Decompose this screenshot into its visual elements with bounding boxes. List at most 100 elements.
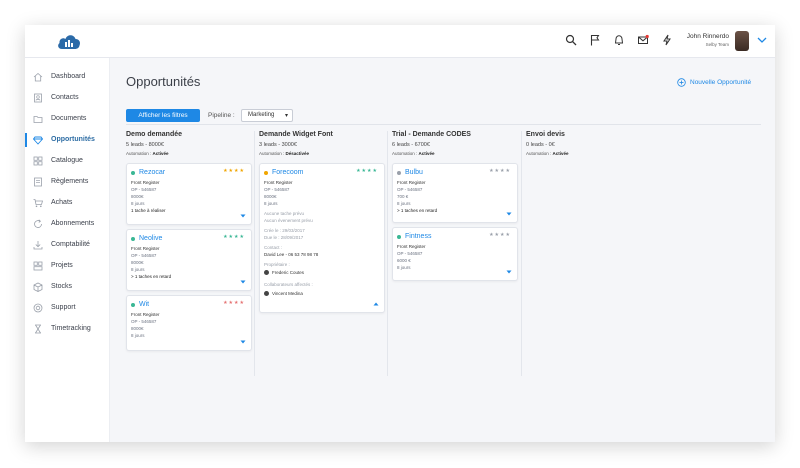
card-line: 8 jours (397, 265, 411, 270)
user-name[interactable]: John Rinnerdo (687, 33, 729, 40)
card-line: 8 jours (397, 201, 411, 206)
lifebuoy-icon (33, 303, 43, 313)
status-dot (131, 237, 135, 241)
plus-circle-icon (677, 78, 686, 87)
avatar[interactable] (735, 31, 749, 51)
sidebar-item-abonnements[interactable]: Abonnements (25, 214, 110, 234)
mail-icon[interactable] (637, 34, 649, 46)
sidebar-item-achats[interactable]: Achats (25, 193, 110, 213)
opportunity-card[interactable]: Forecoom ★★★★ Front Register OP - 546587… (259, 163, 385, 313)
card-line: OP - 546587 (131, 187, 157, 192)
grid-icon (33, 156, 43, 166)
new-opportunity-button[interactable]: Nouvelle Opportunité (677, 78, 751, 87)
sidebar-item-support[interactable]: Support (25, 298, 110, 318)
card-title[interactable]: Fintness (405, 233, 431, 240)
column-automation: Automation : Activée (126, 151, 169, 156)
sidebar-item-label: Support (51, 304, 76, 311)
rating-stars[interactable]: ★★★★ (489, 168, 511, 174)
pipeline-select[interactable]: Marketing ▾ (241, 109, 293, 122)
card-title[interactable]: Rezocar (139, 169, 165, 176)
rating-stars[interactable]: ★★★★ (356, 168, 378, 174)
lightning-icon[interactable] (661, 34, 673, 46)
status-dot (264, 171, 268, 175)
card-line: Aucune tache prévu (264, 211, 305, 216)
owner-value[interactable]: Frederic Coutes (264, 270, 304, 276)
card-title[interactable]: Bulbu (405, 169, 423, 176)
opportunity-card[interactable]: Wit ★★★★ Front Register OP - 546587 8000… (126, 295, 252, 351)
sidebar-item-documents[interactable]: Documents (25, 109, 110, 129)
bell-icon[interactable] (613, 34, 625, 46)
sidebar-item-projets[interactable]: Projets (25, 256, 110, 276)
column-summary: 3 leads - 3000€ (259, 142, 297, 148)
sidebar-item-label: Dashboard (51, 73, 86, 80)
collaborator-value[interactable]: Vincent Medina (264, 291, 303, 297)
sidebar-item-comptabilite[interactable]: Comptabilité (25, 235, 110, 255)
sidebar-item-stocks[interactable]: Stocks (25, 277, 110, 297)
expand-icon[interactable] (506, 211, 512, 217)
chevron-down-icon[interactable] (757, 36, 767, 44)
sidebar-item-timetracking[interactable]: Timetracking (25, 319, 110, 339)
card-line: Front Register (131, 246, 160, 251)
search-icon[interactable] (565, 34, 577, 46)
box-icon (33, 282, 43, 292)
pipeline-column: Demande Widget Font 3 leads - 3000€ Auto… (259, 131, 387, 313)
diamond-icon (33, 136, 43, 145)
card-line: 8 jours (264, 201, 278, 206)
expand-icon[interactable] (240, 279, 246, 285)
refresh-icon (34, 219, 42, 228)
card-line: OP - 546587 (397, 251, 423, 256)
card-line: 8000€ (131, 326, 144, 331)
opportunity-card[interactable]: Neolive ★★★★ Front Register OP - 546587 … (126, 229, 252, 291)
pipeline-column: Envoi devis 0 leads - 0€ Automation : Ac… (526, 131, 654, 156)
expand-icon[interactable] (506, 269, 512, 275)
card-line: 8 jours (131, 267, 145, 272)
column-separator (521, 131, 522, 376)
contact-value[interactable]: David Lee - 06 53 78 98 78 (264, 252, 318, 257)
column-summary: 0 leads - 0€ (526, 142, 555, 148)
opportunity-card[interactable]: Fintness ★★★★ Front Register OP - 546587… (392, 227, 518, 281)
column-automation: Automation : Activée (526, 151, 569, 156)
rating-stars[interactable]: ★★★★ (223, 300, 245, 306)
user-team: Selby Team (705, 42, 729, 47)
download-icon (33, 241, 43, 250)
sidebar-item-label: Achats (51, 199, 73, 206)
card-line: 8000€ (264, 194, 277, 199)
expand-icon[interactable] (240, 339, 246, 345)
status-dot (131, 171, 135, 175)
opportunity-card[interactable]: Bulbu ★★★★ Front Register OP - 546587 70… (392, 163, 518, 223)
folder-icon (33, 116, 43, 123)
sidebar-item-label: Timetracking (51, 325, 91, 332)
contact-label: Contact : (264, 245, 283, 250)
contacts-icon (34, 93, 42, 103)
sidebar-item-opportunites[interactable]: Opportunités (25, 130, 110, 150)
card-title[interactable]: Neolive (139, 235, 162, 242)
card-line: Front Register (131, 312, 160, 317)
cloud-logo-icon[interactable] (57, 32, 81, 50)
column-automation: Automation : Activée (392, 151, 435, 156)
new-opportunity-label: Nouvelle Opportunité (690, 79, 752, 86)
sidebar-item-label: Comptabilité (51, 241, 90, 248)
sidebar-item-reglements[interactable]: Règlements (25, 172, 110, 192)
rating-stars[interactable]: ★★★★ (223, 168, 245, 174)
rating-stars[interactable]: ★★★★ (223, 234, 245, 240)
opportunity-card[interactable]: Rezocar ★★★★ Front Register OP - 546587 … (126, 163, 252, 225)
card-title[interactable]: Wit (139, 301, 149, 308)
card-line: Front Register (131, 180, 160, 185)
expand-icon[interactable] (240, 213, 246, 219)
sidebar-item-label: Abonnements (51, 220, 95, 227)
rating-stars[interactable]: ★★★★ (489, 232, 511, 238)
card-line: Front Register (397, 180, 426, 185)
owner-label: Propriétaire : (264, 262, 290, 267)
column-summary: 6 leads - 6700€ (392, 142, 430, 148)
sidebar-item-catalogue[interactable]: Catalogue (25, 151, 110, 171)
flag-icon[interactable] (589, 34, 601, 46)
home-icon (33, 72, 43, 82)
caret-down-icon: ▾ (284, 113, 288, 119)
show-filters-button[interactable]: Afficher les filtres (126, 109, 200, 122)
collapse-icon[interactable] (373, 301, 379, 307)
pipeline-column: Trial - Demande CODES 6 leads - 6700€ Au… (392, 131, 520, 281)
card-line: OP - 546587 (131, 253, 157, 258)
card-title[interactable]: Forecoom (272, 169, 304, 176)
sidebar-item-dashboard[interactable]: Dashboard (25, 67, 110, 87)
sidebar-item-contacts[interactable]: Contacts (25, 88, 110, 108)
